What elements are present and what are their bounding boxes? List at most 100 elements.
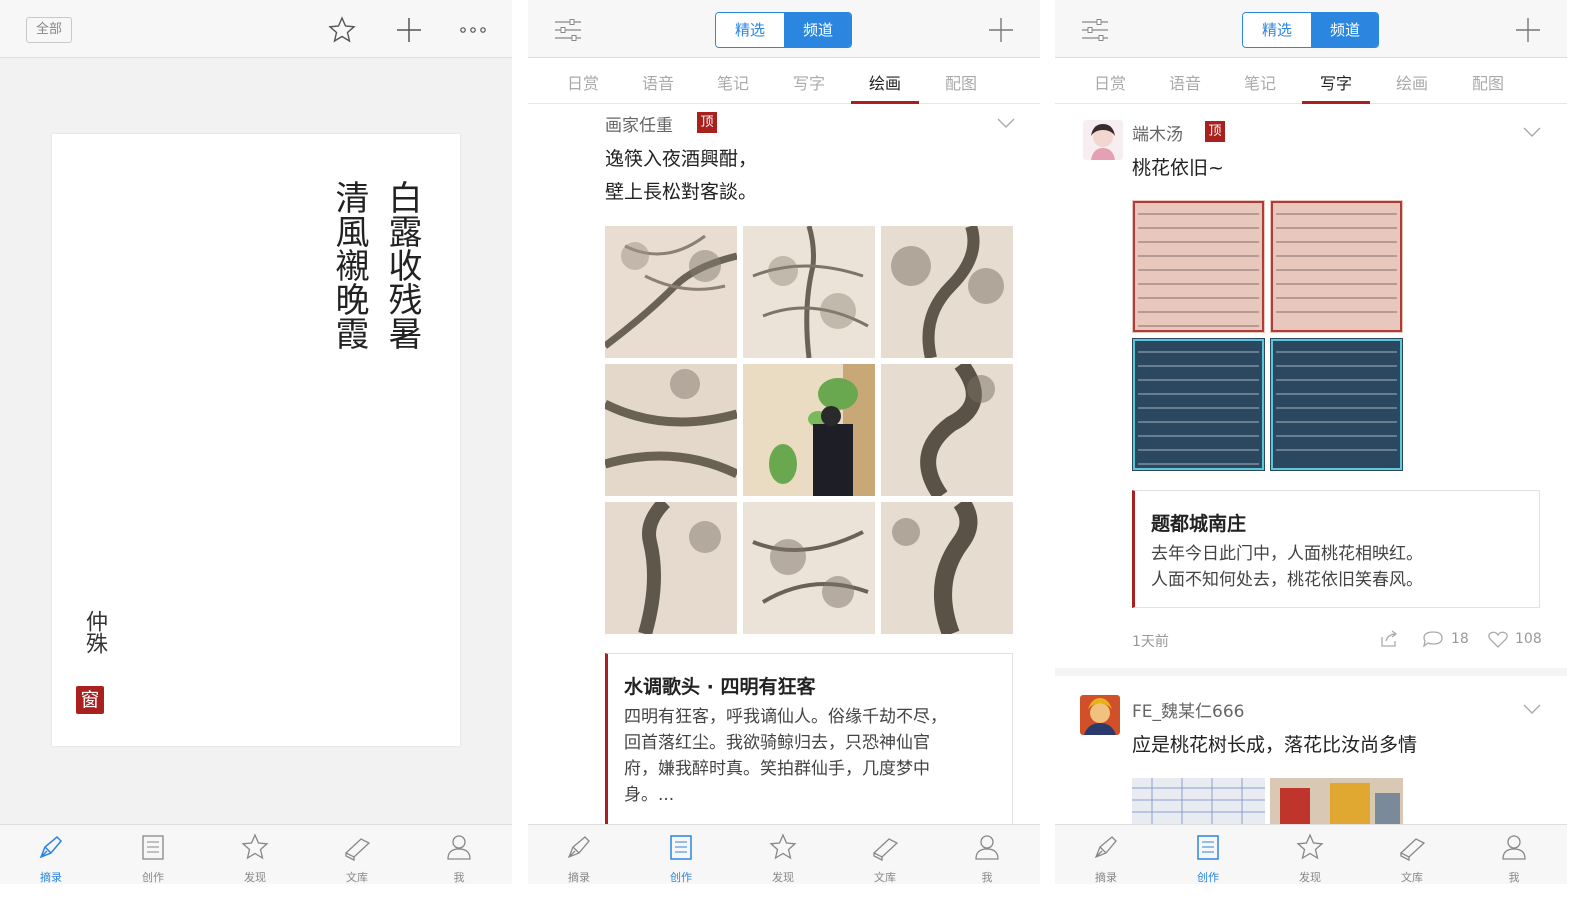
artist-photo[interactable]: [743, 364, 875, 496]
segment-featured[interactable]: 精选: [1243, 13, 1311, 47]
channel-writing-screen: 精选 频道 日赏 语音 笔记 写字 绘画 配图 端木汤 顶 桃花依旧~ 题都城南…: [1055, 0, 1567, 884]
quoted-poem-card[interactable]: 水调歌头 · 四明有狂客 四明有狂客，呼我谪仙人。俗缘千劫不尽， 回首落红尘。我…: [605, 653, 1013, 833]
plus-icon[interactable]: [1515, 17, 1541, 43]
tab-label: 文库: [346, 871, 368, 884]
tab-excerpt[interactable]: 摘录: [528, 825, 630, 884]
painting-image[interactable]: [881, 364, 1013, 496]
share-icon[interactable]: [1380, 630, 1398, 648]
handwriting-image[interactable]: [1270, 200, 1403, 333]
active-tab-underline: [1302, 101, 1370, 104]
post-author[interactable]: FE_魏某仁666: [1132, 697, 1244, 722]
filter-settings-icon[interactable]: [554, 18, 582, 42]
plus-icon[interactable]: [988, 17, 1014, 43]
avatar[interactable]: [1080, 695, 1120, 735]
tab-me[interactable]: 我: [1463, 825, 1565, 884]
tab-create[interactable]: 创作: [102, 825, 204, 884]
pen-icon: [567, 836, 590, 859]
more-icon[interactable]: [460, 26, 486, 34]
chevron-down-icon[interactable]: [997, 117, 1015, 129]
channel-tab[interactable]: 配图: [931, 70, 991, 94]
channel-tab[interactable]: 语音: [1155, 70, 1215, 94]
seal-stamp: 窗: [76, 686, 104, 714]
tab-discover[interactable]: 发现: [1259, 825, 1361, 884]
post-divider: [1055, 668, 1567, 676]
tab-create[interactable]: 创作: [630, 825, 732, 884]
handwriting-image[interactable]: [1132, 338, 1265, 471]
like-count: 108: [1515, 631, 1542, 647]
tabs-fade: [1527, 58, 1567, 102]
painting-image[interactable]: [743, 502, 875, 634]
post-author[interactable]: 端木汤: [1132, 120, 1183, 145]
channel-tab[interactable]: 配图: [1458, 70, 1518, 94]
pinned-badge: 顶: [697, 112, 717, 133]
tab-label: 创作: [670, 871, 692, 884]
channel-tabs: 日赏 语音 笔记 写字 绘画 配图: [1055, 58, 1567, 104]
tab-discover[interactable]: 发现: [732, 825, 834, 884]
all-filter-button[interactable]: 全部: [26, 17, 72, 43]
channel-tab[interactable]: 日赏: [1080, 70, 1140, 94]
bottom-tab-bar: 摘录 创作 发现 文库 我: [1055, 824, 1567, 884]
channel-tab[interactable]: 笔记: [703, 70, 763, 94]
quote-body-line: 身。...: [624, 785, 675, 805]
tab-excerpt[interactable]: 摘录: [0, 825, 102, 884]
poem-card[interactable]: 白露收残暑 清風襯晚霞 仲殊 窗: [52, 134, 460, 746]
tab-excerpt[interactable]: 摘录: [1055, 825, 1157, 884]
avatar[interactable]: [1083, 120, 1123, 160]
tab-label: 创作: [1197, 871, 1219, 884]
tab-create[interactable]: 创作: [1157, 825, 1259, 884]
tab-library[interactable]: 文库: [1361, 825, 1463, 884]
filter-settings-icon[interactable]: [1081, 18, 1109, 42]
painting-image[interactable]: [881, 502, 1013, 634]
painting-image[interactable]: [881, 226, 1013, 358]
tab-label: 摘录: [1095, 871, 1117, 884]
handwriting-image[interactable]: [1270, 338, 1403, 471]
bottom-tab-bar: 摘录 创作 发现 文库 我: [0, 824, 512, 884]
tab-label: 发现: [1299, 871, 1321, 884]
star-icon: [769, 833, 797, 860]
channel-painting-screen: 精选 频道 日赏 语音 笔记 写字 绘画 配图 画家任重 顶 逸筷入夜酒興酣， …: [528, 0, 1040, 884]
channel-tabs: 日赏 语音 笔记 写字 绘画 配图: [528, 58, 1040, 104]
quote-body-line: 回首落红尘。我欲骑鲸归去，只恐神仙官: [624, 733, 930, 753]
painting-image[interactable]: [743, 226, 875, 358]
excerpt-screen: 全部 白露收残暑 清風襯晚霞 仲殊 窗 摘录 创作 发现 文库 我: [0, 0, 512, 884]
post-text: 应是桃花树长成，落花比汝尚多情: [1132, 734, 1418, 756]
star-icon[interactable]: [328, 16, 356, 44]
segment-channels[interactable]: 频道: [784, 13, 851, 47]
photo-image[interactable]: [1270, 778, 1403, 824]
channel-tab[interactable]: 笔记: [1230, 70, 1290, 94]
document-icon: [1197, 835, 1219, 860]
tab-label: 发现: [244, 871, 266, 884]
channel-tab-active[interactable]: 绘画: [855, 70, 915, 94]
painting-image[interactable]: [605, 226, 737, 358]
tab-library[interactable]: 文库: [306, 825, 408, 884]
channel-tab[interactable]: 绘画: [1382, 70, 1442, 94]
post-text-line: 壁上長松對客談。: [605, 181, 758, 203]
chevron-down-icon[interactable]: [1523, 703, 1541, 715]
person-icon: [447, 835, 471, 860]
handwriting-image[interactable]: [1132, 778, 1265, 824]
painting-image[interactable]: [605, 502, 737, 634]
segment-featured[interactable]: 精选: [716, 13, 784, 47]
channel-tab[interactable]: 语音: [628, 70, 688, 94]
painting-image[interactable]: [605, 364, 737, 496]
post-text-line: 逸筷入夜酒興酣，: [605, 148, 758, 170]
channel-tab[interactable]: 写字: [779, 70, 839, 94]
tab-discover[interactable]: 发现: [204, 825, 306, 884]
tab-library[interactable]: 文库: [834, 825, 936, 884]
chevron-down-icon[interactable]: [1523, 126, 1541, 138]
plus-icon[interactable]: [396, 17, 422, 43]
quoted-poem-card[interactable]: 题都城南庄 去年今日此门中，人面桃花相映红。 人面不知何处去，桃花依旧笑春风。: [1132, 490, 1540, 608]
channel-tab[interactable]: 日赏: [553, 70, 613, 94]
person-icon: [1502, 835, 1526, 860]
post-author[interactable]: 画家任重: [605, 111, 673, 136]
channel-tab-active[interactable]: 写字: [1306, 70, 1366, 94]
books-icon: [872, 838, 899, 861]
handwriting-image[interactable]: [1132, 200, 1265, 333]
pen-icon: [1094, 836, 1117, 859]
tab-me[interactable]: 我: [936, 825, 1038, 884]
segment-channels[interactable]: 频道: [1311, 13, 1378, 47]
tab-label: 我: [981, 871, 993, 884]
heart-icon[interactable]: [1488, 631, 1508, 648]
comment-icon[interactable]: [1423, 630, 1443, 648]
tab-me[interactable]: 我: [408, 825, 510, 884]
